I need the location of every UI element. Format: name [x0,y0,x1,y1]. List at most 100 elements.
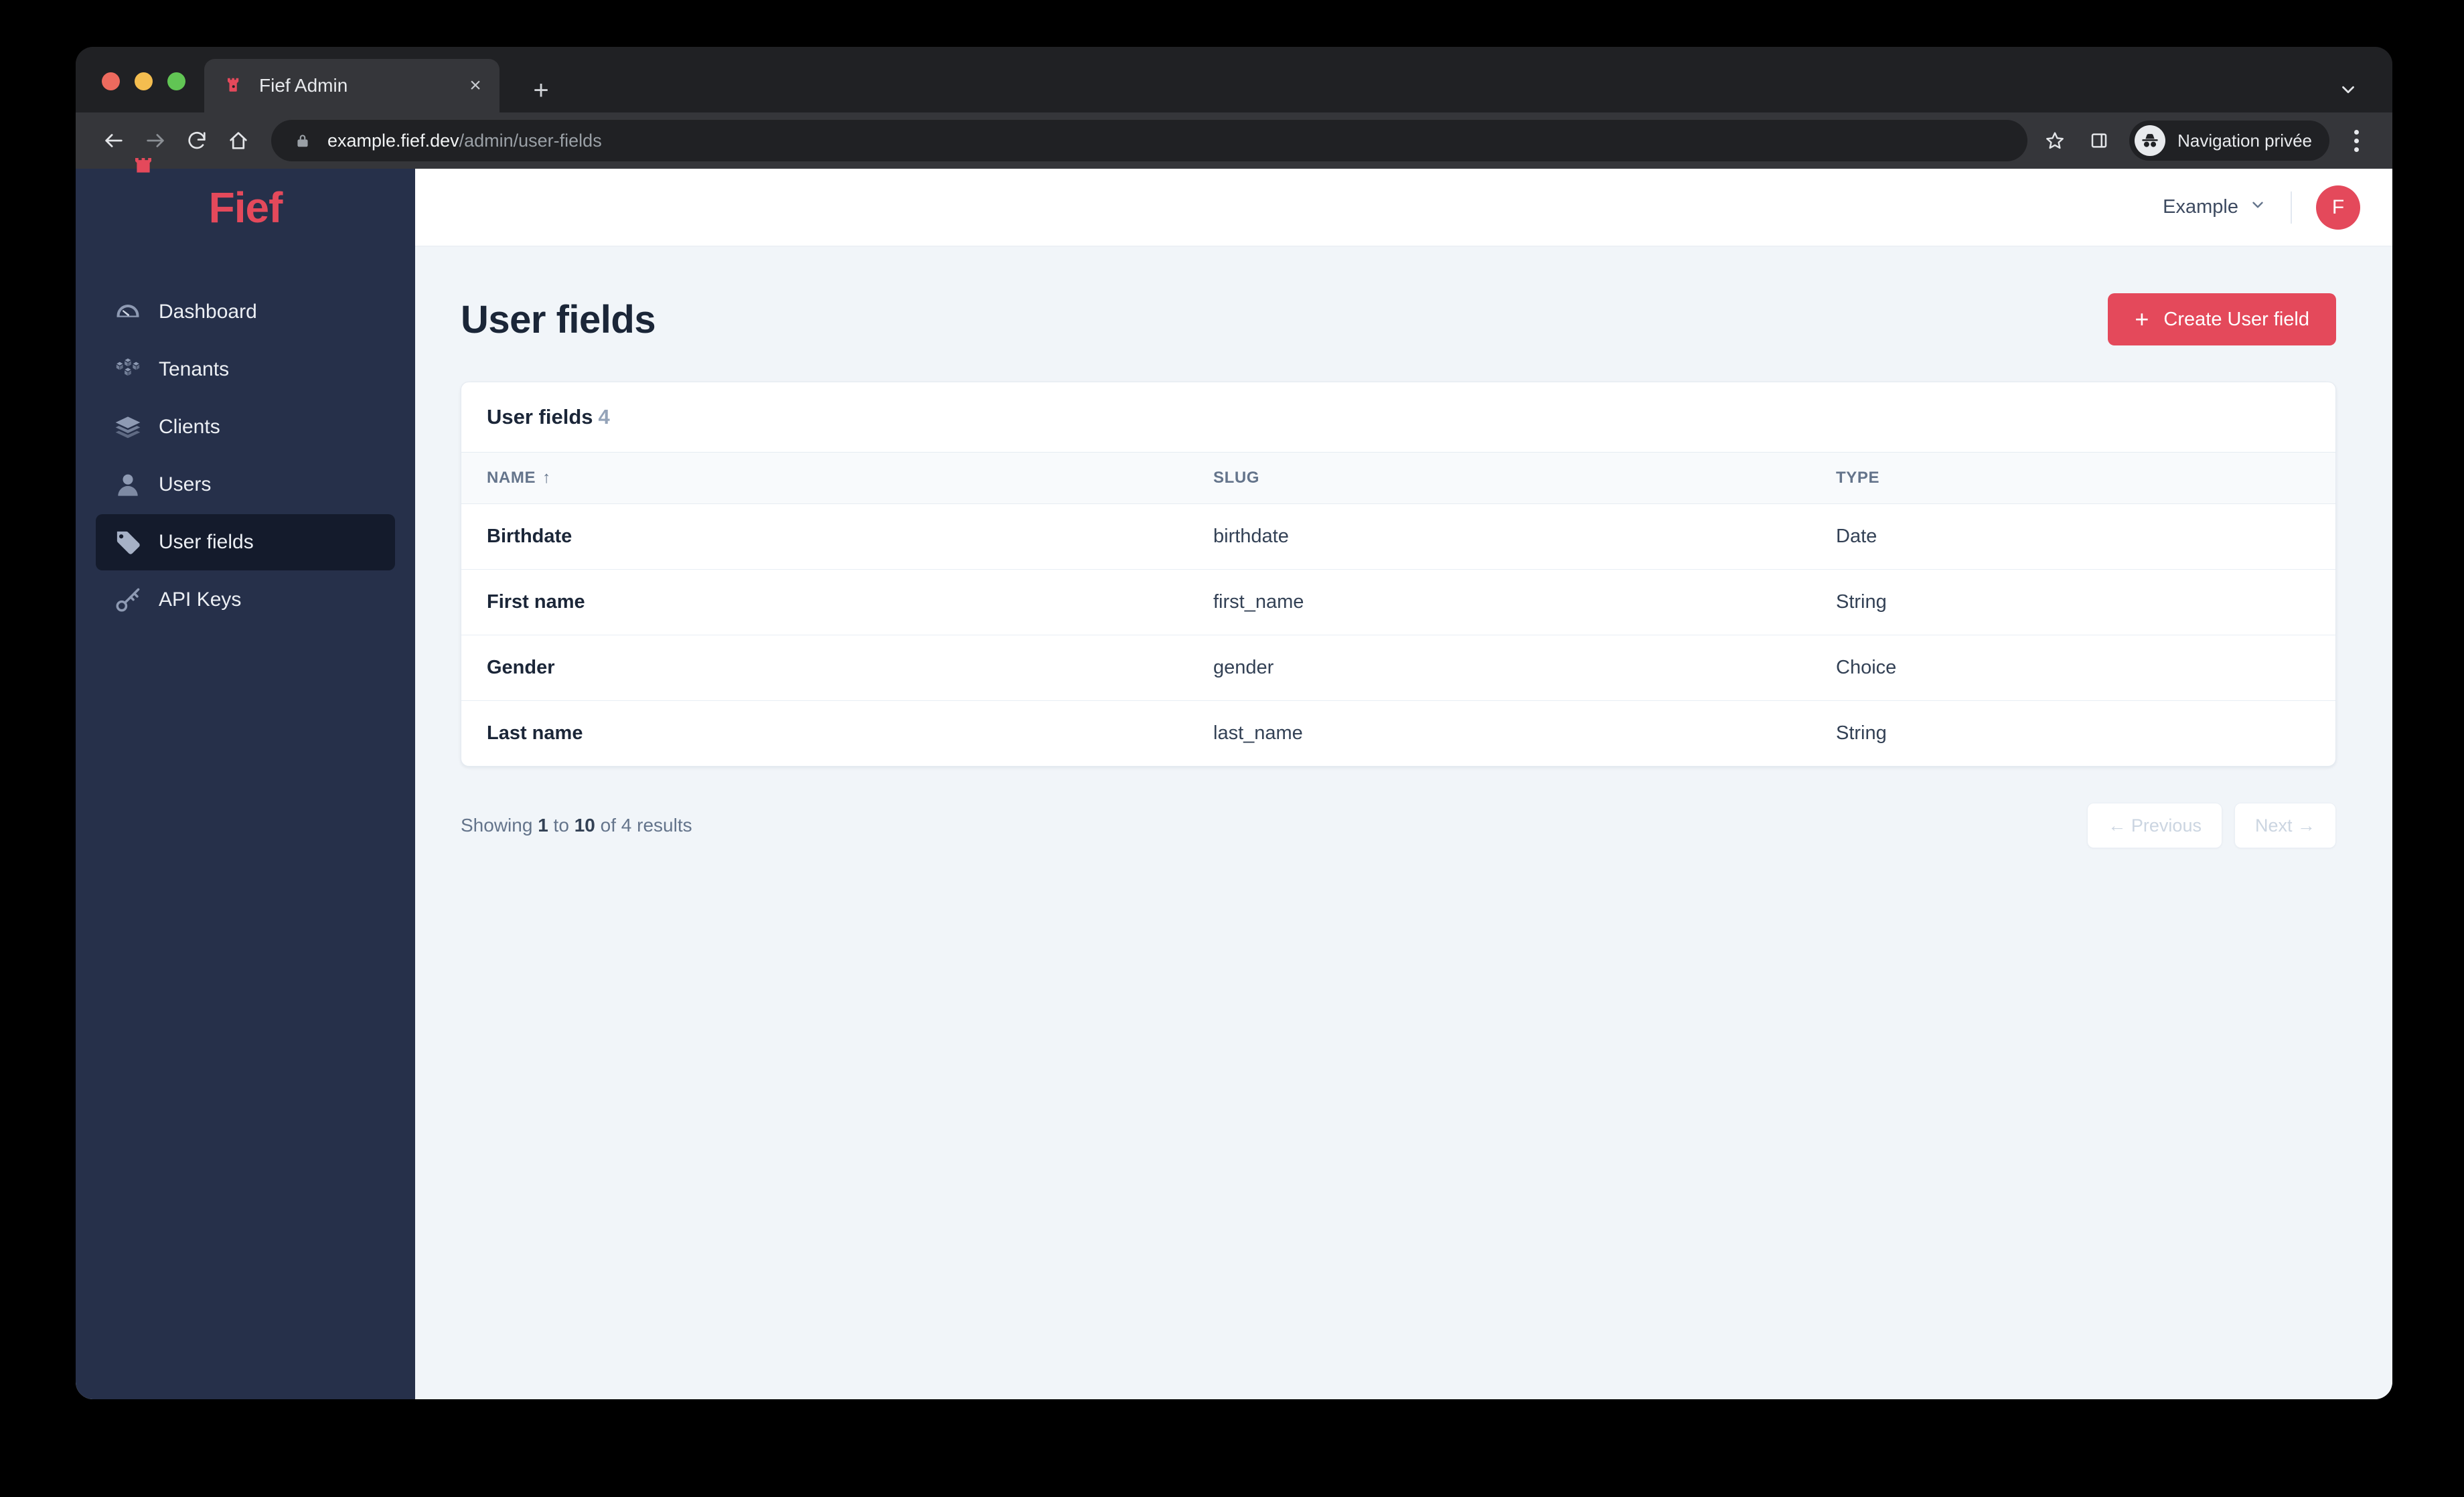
cell-slug: last_name [1213,722,1303,744]
address-bar-url: example.fief.dev/admin/user-fields [327,131,602,151]
sidebar-item-label: Tenants [159,358,230,380]
sidebar-item-user-fields[interactable]: User fields [96,514,395,570]
sidebar-item-users[interactable]: Users [96,457,395,513]
brand-logo[interactable]: Fief [76,158,415,246]
pagination-to-word: to [553,815,569,836]
kebab-menu-icon[interactable] [2339,121,2374,160]
cell-name: First name [461,569,1188,635]
avatar[interactable]: F [2316,185,2360,230]
layers-icon [110,412,145,442]
profile-chip[interactable]: Navigation privée [2129,121,2329,161]
key-icon [110,585,145,615]
fief-castle-icon [223,74,246,97]
avatar-initial: F [2331,195,2345,218]
cell-name: Last name [487,722,583,744]
address-bar-path: /admin/user-fields [459,130,602,151]
pagination-controls: ← Previous Next → [2087,803,2336,848]
card-count: 4 [598,405,610,428]
create-user-field-button[interactable]: + Create User field [2108,293,2336,345]
browser-window: Fief Admin × + example.fief.dev/admin/us… [76,47,2392,1399]
sidebar-item-label: User fields [159,531,254,553]
column-header-name-label: NAME [487,469,536,487]
tag-icon [110,528,145,557]
window-traffic-lights [102,72,185,90]
browser-tab[interactable]: Fief Admin × [204,59,499,112]
table-head: NAME ↑ SLUG TYPE [461,452,2335,504]
tenant-selector[interactable]: Example [2163,196,2266,219]
page-viewport: Fief Dashboard Tenants Clients Users Use… [76,158,2392,1399]
minimize-window-button[interactable] [135,72,153,90]
table-body: Birthdate birthdate Date First name firs… [461,503,2335,767]
pagination-summary: Showing 1 to 10 of 4 results [461,815,692,836]
sidebar-item-dashboard[interactable]: Dashboard [96,284,395,340]
app-header: Example F [415,169,2392,246]
create-user-field-label: Create User field [2163,308,2309,330]
fief-crown-icon [135,158,151,173]
home-icon[interactable] [218,120,259,161]
browser-tab-strip: Fief Admin × + [76,47,2392,112]
browser-tab-title: Fief Admin [259,75,348,96]
gauge-icon [110,297,145,327]
pagination-total: 4 [621,815,632,836]
column-header-type[interactable]: TYPE [1811,453,2335,504]
sidebar-item-clients[interactable]: Clients [96,399,395,455]
address-bar-host: example.fief.dev [327,130,459,151]
table-row[interactable]: Last name last_name String [461,701,2335,767]
column-header-slug[interactable]: SLUG [1188,453,1811,504]
cell-slug: first_name [1188,569,1811,635]
back-arrow-icon[interactable] [93,120,135,161]
cubes-icon [110,356,145,384]
pagination: Showing 1 to 10 of 4 results ← Previous … [461,803,2336,848]
sidebar-item-tenants[interactable]: Tenants [96,341,395,398]
plus-icon: + [2135,305,2149,333]
cell-type: Choice [1811,635,2335,701]
table-row[interactable]: Birthdate birthdate Date [461,503,2335,570]
sidebar-item-label: Users [159,473,212,495]
previous-page-button[interactable]: ← Previous [2087,803,2222,848]
plus-icon[interactable]: + [526,75,556,106]
pagination-to: 10 [574,815,595,836]
profile-label: Navigation privée [2177,130,2312,151]
cell-slug: birthdate [1188,503,1811,570]
pagination-showing-word: Showing [461,815,533,836]
page-header: User fields + Create User field [461,293,2336,345]
cell-type: String [1811,569,2335,635]
reload-icon[interactable] [176,120,218,161]
user-fields-table: NAME ↑ SLUG TYPE Birthdate birthdate Dat… [461,452,2335,766]
star-icon[interactable] [2034,120,2076,161]
side-panel-icon[interactable] [2078,120,2120,161]
toolbar-right-actions: Navigation privée [2034,120,2374,161]
column-header-type-label: TYPE [1836,469,1880,487]
table-row[interactable]: First name first_name String [461,569,2335,635]
cell-name: Gender [461,635,1188,701]
next-page-button[interactable]: Next → [2234,803,2336,848]
incognito-icon [2135,125,2166,156]
maximize-window-button[interactable] [167,72,185,90]
forward-arrow-icon[interactable] [135,120,176,161]
table-row[interactable]: Gender gender Choice [461,635,2335,701]
pagination-of-word: of [600,815,616,836]
user-icon [110,471,145,499]
app-sidebar: Fief Dashboard Tenants Clients Users Use… [76,158,415,1399]
pagination-from: 1 [538,815,548,836]
address-bar[interactable]: example.fief.dev/admin/user-fields [271,120,2028,161]
sort-ascending-icon: ↑ [542,469,551,487]
card-title: User fields [487,405,593,428]
sidebar-item-api-keys[interactable]: API Keys [96,572,395,628]
cell-name: Birthdate [461,503,1188,570]
column-header-name[interactable]: NAME ↑ [461,453,1188,504]
pagination-results-word: results [637,815,692,836]
cell-slug: gender [1188,635,1811,701]
close-icon[interactable]: × [463,74,487,98]
browser-toolbar: example.fief.dev/admin/user-fields Navig… [76,112,2392,169]
app-main: Example F User fields + Create User fiel… [415,169,2392,1399]
table-header-row: NAME ↑ SLUG TYPE [461,452,2335,504]
header-divider [2291,191,2292,224]
card-header: User fields 4 [461,382,2335,452]
close-window-button[interactable] [102,72,120,90]
cell-type: Date [1811,503,2335,570]
chevron-down-icon[interactable] [2335,76,2362,103]
column-header-slug-label: SLUG [1213,469,1260,487]
sidebar-item-label: Clients [159,416,220,438]
page-content: User fields + Create User field User fie… [415,246,2392,1399]
